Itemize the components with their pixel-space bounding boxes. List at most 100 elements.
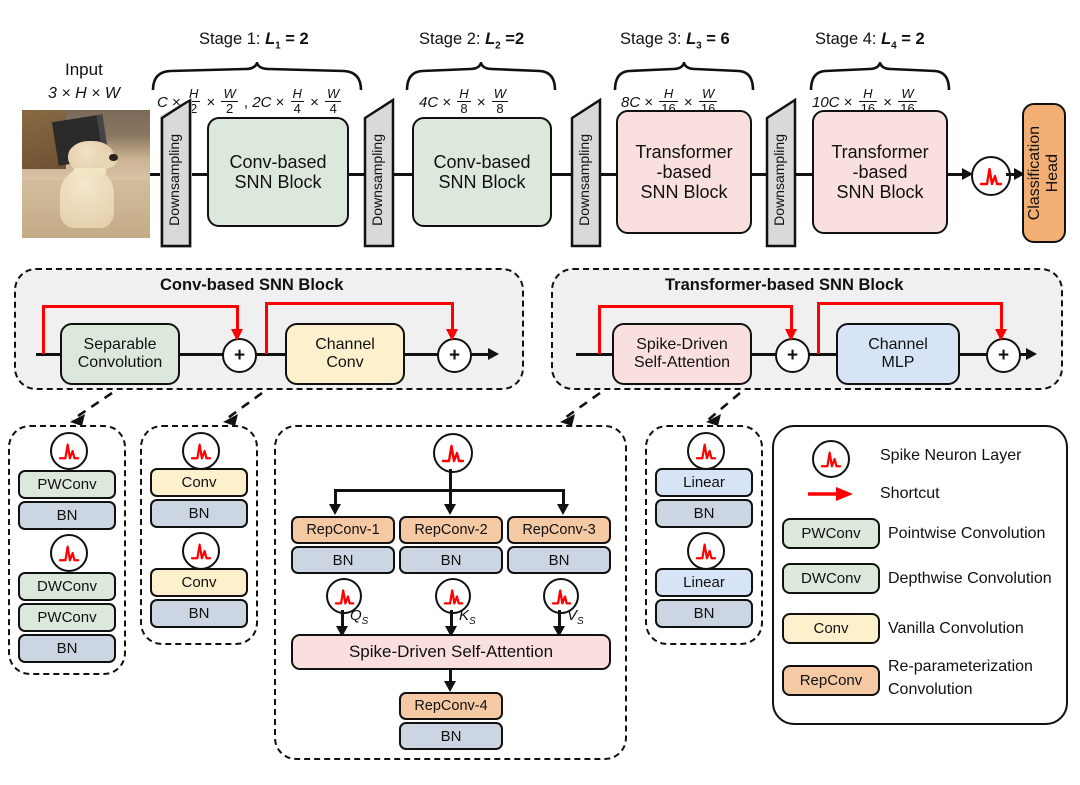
output-spike-neuron-icon bbox=[971, 156, 1011, 196]
input-image bbox=[22, 110, 150, 238]
channel-conv-node[interactable]: Channel Conv bbox=[285, 323, 405, 385]
stage-4-block-label-1: Transformer bbox=[831, 141, 929, 162]
sep-conv-pwconv-2[interactable]: PWConv bbox=[18, 603, 116, 632]
chan-conv-bn-1[interactable]: BN bbox=[150, 499, 248, 528]
input-dims: 3 × H × W bbox=[48, 85, 121, 102]
stage-4-block[interactable]: Transformer -based SNN Block bbox=[812, 110, 948, 234]
legend-chip-pwconv: PWConv bbox=[782, 518, 880, 549]
tf-shortcut-1-up bbox=[598, 305, 601, 354]
chan-mlp-linear-2[interactable]: Linear bbox=[655, 568, 753, 597]
conv-shortcut-1-top bbox=[42, 305, 238, 308]
stage-2-block-label-1: Conv-based bbox=[433, 151, 531, 172]
spike-glyph bbox=[979, 167, 1003, 186]
chan-conv-bn-2[interactable]: BN bbox=[150, 599, 248, 628]
sep-conv-bn-1[interactable]: BN bbox=[18, 501, 116, 530]
tf-shortcut-2-arrowhead bbox=[995, 329, 1007, 341]
legend-chip-dwconv: DWConv bbox=[782, 563, 880, 594]
chan-mlp-bn-1[interactable]: BN bbox=[655, 499, 753, 528]
conv-shortcut-1-up bbox=[42, 305, 45, 354]
channel-mlp-label-2: MLP bbox=[881, 354, 915, 371]
chan-conv-conv-2[interactable]: Conv bbox=[150, 568, 248, 597]
sdsa-bn-1[interactable]: BN bbox=[291, 546, 395, 574]
sdsa-label-2: Self-Attention bbox=[633, 354, 731, 371]
conv-shortcut-2-down bbox=[451, 302, 454, 332]
sep-conv-dwconv[interactable]: DWConv bbox=[18, 572, 116, 601]
downsampling-1-label: Downsampling bbox=[166, 134, 182, 226]
conv-shortcut-2-up bbox=[265, 302, 268, 354]
sdsa-fanout-right-arrow bbox=[557, 504, 569, 515]
stage-1-block-label-2: SNN Block bbox=[234, 172, 322, 192]
stage-1-block[interactable]: Conv-based SNN Block bbox=[207, 117, 349, 227]
transformer-panel-add-1: + bbox=[775, 338, 810, 373]
conv-block-panel-title: Conv-based SNN Block bbox=[160, 276, 344, 294]
sdsa-repconv-3[interactable]: RepConv-3 bbox=[507, 516, 611, 544]
stage-3-block[interactable]: Transformer -based SNN Block bbox=[616, 110, 752, 234]
stage-3-block-label-1: Transformer bbox=[635, 141, 733, 162]
chan-conv-spike-2 bbox=[182, 532, 220, 570]
sdsa-fanout-stem bbox=[449, 469, 452, 491]
legend-spike-neuron-icon bbox=[812, 440, 850, 478]
sdsa-input-spike bbox=[433, 433, 473, 473]
sdsa-repconv-2[interactable]: RepConv-2 bbox=[399, 516, 503, 544]
chan-conv-spike-1 bbox=[182, 432, 220, 470]
sep-conv-spike-1 bbox=[50, 432, 88, 470]
channel-mlp-label-1: Channel bbox=[868, 336, 928, 354]
chan-mlp-bn-2[interactable]: BN bbox=[655, 599, 753, 628]
classification-head-label-2: Head bbox=[1044, 153, 1061, 193]
downsampling-3[interactable]: Downsampling bbox=[570, 98, 602, 248]
transformer-panel-add-2: + bbox=[986, 338, 1021, 373]
sdsa-fanout-left-arrow bbox=[329, 504, 341, 515]
separable-convolution-label-2: Convolution bbox=[77, 354, 163, 371]
tf-shortcut-2-top bbox=[817, 302, 1002, 305]
input-label: Input bbox=[65, 60, 103, 79]
separable-convolution-label-1: Separable bbox=[83, 336, 157, 354]
sdsa-fanout-mid-arrow bbox=[444, 504, 456, 515]
legend-label-shortcut: Shortcut bbox=[880, 485, 940, 502]
conv-shortcut-2-top bbox=[265, 302, 453, 305]
conv-shortcut-1-down bbox=[236, 305, 239, 332]
downsampling-1[interactable]: Downsampling bbox=[160, 98, 192, 248]
tf-shortcut-1-arrowhead bbox=[785, 329, 797, 341]
sdsa-bn-3[interactable]: BN bbox=[507, 546, 611, 574]
downsampling-2-label: Downsampling bbox=[369, 134, 385, 226]
stage-2-label: Stage 2: L2 =2 bbox=[419, 30, 525, 52]
sdsa-repconv-4[interactable]: RepConv-4 bbox=[399, 692, 503, 720]
downsampling-4-label: Downsampling bbox=[771, 134, 787, 226]
classification-head[interactable]: Classification Head bbox=[1022, 103, 1066, 243]
chan-mlp-linear-1[interactable]: Linear bbox=[655, 468, 753, 497]
chan-mlp-spike-1 bbox=[687, 432, 725, 470]
sdsa-bn-2[interactable]: BN bbox=[399, 546, 503, 574]
input-image-dog-collar bbox=[73, 167, 107, 176]
legend-shortcut-arrow-icon bbox=[808, 487, 853, 501]
conv-shortcut-2-arrowhead bbox=[446, 329, 458, 341]
spike-driven-self-attention-node[interactable]: Spike-Driven Self-Attention bbox=[612, 323, 752, 385]
stage-2-dims: 4C × H8 × W8 bbox=[419, 86, 509, 116]
classification-head-label-1: Classification bbox=[1026, 125, 1044, 221]
conv-shortcut-1-arrowhead bbox=[231, 329, 243, 341]
conv-panel-out-arrow bbox=[488, 348, 499, 360]
chan-mlp-spike-2 bbox=[687, 532, 725, 570]
tf-shortcut-1-top bbox=[598, 305, 793, 308]
legend-label-repconv-line2: Convolution bbox=[888, 681, 973, 698]
sdsa-attention-block[interactable]: Spike-Driven Self-Attention bbox=[291, 634, 611, 670]
tf-shortcut-2-up bbox=[817, 302, 820, 354]
sep-conv-spike-2 bbox=[50, 534, 88, 572]
stage-3-block-label-2: -based bbox=[656, 161, 712, 182]
legend-chip-repconv: RepConv bbox=[782, 665, 880, 696]
legend-chip-conv: Conv bbox=[782, 613, 880, 644]
stage-2-block[interactable]: Conv-based SNN Block bbox=[412, 117, 552, 227]
legend-label-conv: Vanilla Convolution bbox=[888, 620, 1024, 637]
conv-panel-add-2: + bbox=[437, 338, 472, 373]
separable-convolution-node[interactable]: Separable Convolution bbox=[60, 323, 180, 385]
channel-mlp-node[interactable]: Channel MLP bbox=[836, 323, 960, 385]
chan-conv-conv-1[interactable]: Conv bbox=[150, 468, 248, 497]
downsampling-4[interactable]: Downsampling bbox=[765, 98, 797, 248]
sdsa-output-bn[interactable]: BN bbox=[399, 722, 503, 750]
legend-label-pwconv: Pointwise Convolution bbox=[888, 525, 1046, 542]
transformer-panel-out-arrow bbox=[1026, 348, 1037, 360]
downsampling-2[interactable]: Downsampling bbox=[363, 98, 395, 248]
sdsa-repconv-1[interactable]: RepConv-1 bbox=[291, 516, 395, 544]
sep-conv-bn-2[interactable]: BN bbox=[18, 634, 116, 663]
sep-conv-pwconv-1[interactable]: PWConv bbox=[18, 470, 116, 499]
stage-1-label: Stage 1: L1 = 2 bbox=[199, 30, 309, 52]
